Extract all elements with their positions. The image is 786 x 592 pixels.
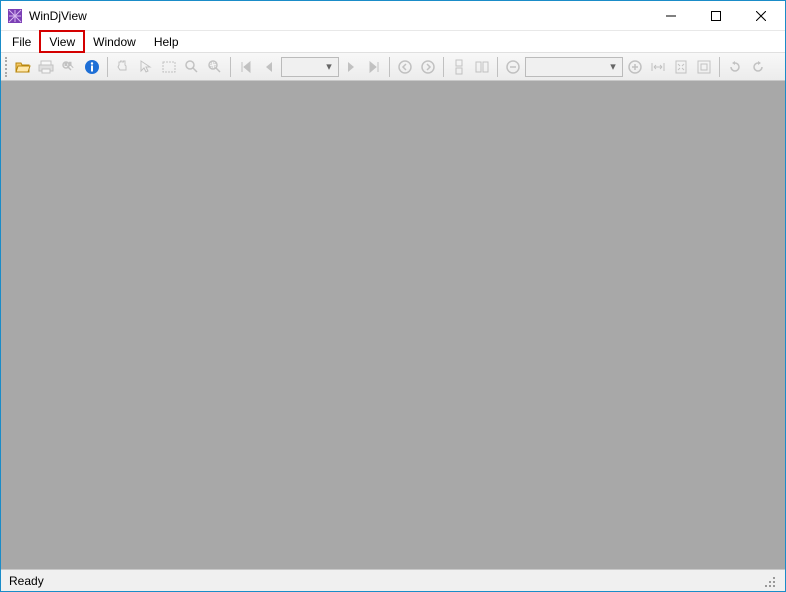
toolbar-separator (107, 57, 108, 77)
select-tool-button (135, 56, 157, 78)
toolbar: ▾ ▾ (1, 53, 785, 81)
page-combo: ▾ (281, 57, 339, 77)
next-page-button (340, 56, 362, 78)
magnify-tool-button (181, 56, 203, 78)
find-button (58, 56, 80, 78)
fit-width-button (647, 56, 669, 78)
print-button (35, 56, 57, 78)
resize-grip-icon[interactable] (763, 575, 777, 589)
actual-size-button (693, 56, 715, 78)
menubar: File View Window Help (1, 31, 785, 53)
pan-tool-button (112, 56, 134, 78)
chevron-down-icon: ▾ (322, 60, 336, 73)
menu-window[interactable]: Window (84, 31, 145, 52)
last-page-button (363, 56, 385, 78)
rect-select-button (158, 56, 180, 78)
window-controls (648, 1, 783, 30)
titlebar: WinDjView (1, 1, 785, 31)
toolbar-separator (719, 57, 720, 77)
close-button[interactable] (738, 1, 783, 30)
menu-view[interactable]: View (40, 31, 84, 52)
window-title: WinDjView (29, 9, 648, 23)
first-page-button (235, 56, 257, 78)
zoom-in-button (624, 56, 646, 78)
menu-help[interactable]: Help (145, 31, 188, 52)
zoom-combo: ▾ (525, 57, 623, 77)
statusbar: Ready (1, 569, 785, 591)
maximize-button[interactable] (693, 1, 738, 30)
status-text: Ready (9, 574, 763, 588)
facing-layout-button (471, 56, 493, 78)
toolbar-separator (443, 57, 444, 77)
toolbar-separator (497, 57, 498, 77)
prev-page-button (258, 56, 280, 78)
nav-back-button (394, 56, 416, 78)
open-button[interactable] (12, 56, 34, 78)
chevron-down-icon: ▾ (606, 60, 620, 73)
zoom-region-button (204, 56, 226, 78)
info-button[interactable] (81, 56, 103, 78)
zoom-out-button (502, 56, 524, 78)
fit-page-button (670, 56, 692, 78)
continuous-layout-button (448, 56, 470, 78)
app-icon (7, 8, 23, 24)
rotate-left-button (724, 56, 746, 78)
toolbar-separator (389, 57, 390, 77)
minimize-button[interactable] (648, 1, 693, 30)
rotate-right-button (747, 56, 769, 78)
toolbar-grip (5, 57, 9, 77)
content-area (1, 81, 785, 569)
menu-file[interactable]: File (3, 31, 40, 52)
toolbar-separator (230, 57, 231, 77)
nav-forward-button (417, 56, 439, 78)
